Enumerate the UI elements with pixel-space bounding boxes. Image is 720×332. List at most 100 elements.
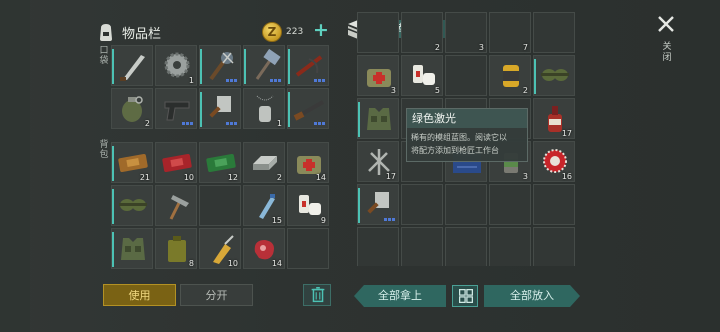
rarity-accent	[358, 188, 360, 223]
storage-slot[interactable]	[533, 55, 575, 96]
spiked-club-icon	[209, 52, 234, 81]
backpack-slot[interactable]	[111, 185, 153, 226]
storage-slot[interactable]: 7	[489, 12, 531, 53]
pocket-slot[interactable]: 1	[243, 88, 285, 129]
split-button[interactable]: 分开	[180, 284, 253, 306]
item-count: 16	[561, 172, 572, 181]
item-count: 15	[271, 216, 282, 225]
storage-slot[interactable]: 2	[489, 55, 531, 96]
backpack-slot[interactable]	[199, 185, 241, 226]
rarity-dots	[270, 79, 281, 82]
item-count: 12	[227, 173, 238, 182]
backpack-slot[interactable]: 21	[111, 142, 153, 183]
storage-slot[interactable]	[357, 184, 399, 225]
pocket-slot[interactable]: 1	[155, 45, 197, 86]
rarity-accent	[534, 59, 536, 94]
storage-slot[interactable]	[445, 55, 487, 96]
backpack-slot[interactable]: 2	[243, 142, 285, 183]
night-goggles-icon	[541, 69, 569, 81]
trash-icon	[311, 287, 325, 303]
item-count: 2	[276, 173, 282, 182]
pocket-slot[interactable]	[287, 45, 329, 86]
storage-slot[interactable]	[533, 227, 575, 266]
backpack-slot[interactable]: 10	[155, 142, 197, 183]
storage-slot[interactable]	[357, 227, 399, 266]
backpack-slot[interactable]: 15	[243, 185, 285, 226]
take-all-button[interactable]: 全部拿上	[354, 285, 446, 307]
pocket-grid: 1 2 1	[111, 45, 329, 129]
storage-slot[interactable]	[533, 12, 575, 53]
storage-slot[interactable]: 5	[401, 55, 443, 96]
storage-slot[interactable]	[489, 184, 531, 225]
backpack-slot[interactable]	[287, 228, 329, 269]
item-count: 3	[522, 172, 528, 181]
item-count: 8	[188, 259, 194, 268]
add-coins-button[interactable]: +	[313, 21, 329, 40]
rarity-accent	[112, 189, 114, 224]
rarity-accent	[112, 49, 114, 84]
backpack-slot[interactable]: 10	[199, 228, 241, 269]
game-screen: 物品栏 Z 223 + 仓库 关闭 口袋 背包 121 211012214159…	[0, 0, 720, 332]
trash-button[interactable]	[303, 284, 331, 306]
item-count: 1	[188, 76, 194, 85]
storage-slot[interactable]: 3	[357, 55, 399, 96]
item-count: 21	[139, 173, 150, 182]
backpack-label: 背包	[99, 140, 109, 160]
pocket-slot[interactable]	[199, 88, 241, 129]
coin-amount: 223	[286, 27, 304, 37]
pocket-slot[interactable]	[287, 88, 329, 129]
hammer-icon	[169, 195, 189, 220]
backpack-slot[interactable]	[155, 185, 197, 226]
rarity-accent	[288, 49, 290, 84]
storage-slot[interactable]: 3	[445, 12, 487, 53]
rarity-dots	[314, 122, 325, 125]
put-all-button[interactable]: 全部放入	[484, 285, 580, 307]
item-tooltip: 绿色激光 稀有的模组蓝图。阅读它以 将配方添加到枪匠工作台	[406, 108, 528, 162]
backpack-slot[interactable]: 14	[243, 228, 285, 269]
rarity-accent	[288, 92, 290, 127]
storage-slot[interactable]	[357, 12, 399, 53]
backpack-slot[interactable]: 8	[155, 228, 197, 269]
item-count: 17	[561, 129, 572, 138]
storage-slot[interactable]	[357, 98, 399, 139]
storage-slot[interactable]: 17	[357, 141, 399, 182]
backpack-slot[interactable]: 12	[199, 142, 241, 183]
storage-slot[interactable]	[533, 184, 575, 225]
inventory-title: 物品栏	[122, 26, 162, 42]
storage-slot[interactable]	[401, 184, 443, 225]
tooltip-description: 稀有的模组蓝图。阅读它以 将配方添加到枪匠工作台	[407, 128, 527, 157]
sort-button[interactable]	[452, 285, 478, 307]
backpack-slot[interactable]	[111, 228, 153, 269]
storage-slot[interactable]	[489, 227, 531, 266]
pocket-slot[interactable]	[199, 45, 241, 86]
item-count: 2	[434, 43, 440, 52]
storage-slot[interactable]	[445, 184, 487, 225]
cleaver-icon	[209, 96, 231, 118]
tactical-vest-icon	[121, 238, 145, 260]
pocket-label: 口袋	[99, 46, 109, 66]
item-count: 3	[478, 43, 484, 52]
item-count: 5	[434, 86, 440, 95]
storage-slot[interactable]: 2	[401, 12, 443, 53]
item-count: 17	[385, 172, 396, 181]
pocket-slot[interactable]: 2	[111, 88, 153, 129]
rarity-dots	[226, 79, 237, 82]
rarity-dots	[314, 79, 325, 82]
item-count: 14	[315, 173, 326, 182]
close-label[interactable]: 关闭	[660, 42, 674, 64]
close-icon[interactable]	[654, 12, 678, 36]
storage-slot[interactable]: 17	[533, 98, 575, 139]
rarity-accent	[200, 49, 202, 84]
storage-slot[interactable]	[401, 227, 443, 266]
crossbow-icon	[295, 55, 323, 77]
tactical-vest-icon	[367, 108, 391, 130]
pocket-slot[interactable]	[111, 45, 153, 86]
pocket-slot[interactable]	[243, 45, 285, 86]
storage-slot[interactable]	[445, 227, 487, 266]
backpack-slot[interactable]: 14	[287, 142, 329, 183]
storage-slot[interactable]: 16	[533, 141, 575, 182]
pocket-slot[interactable]	[155, 88, 197, 129]
use-button[interactable]: 使用	[103, 284, 176, 306]
rarity-accent	[244, 49, 246, 84]
backpack-slot[interactable]: 9	[287, 185, 329, 226]
